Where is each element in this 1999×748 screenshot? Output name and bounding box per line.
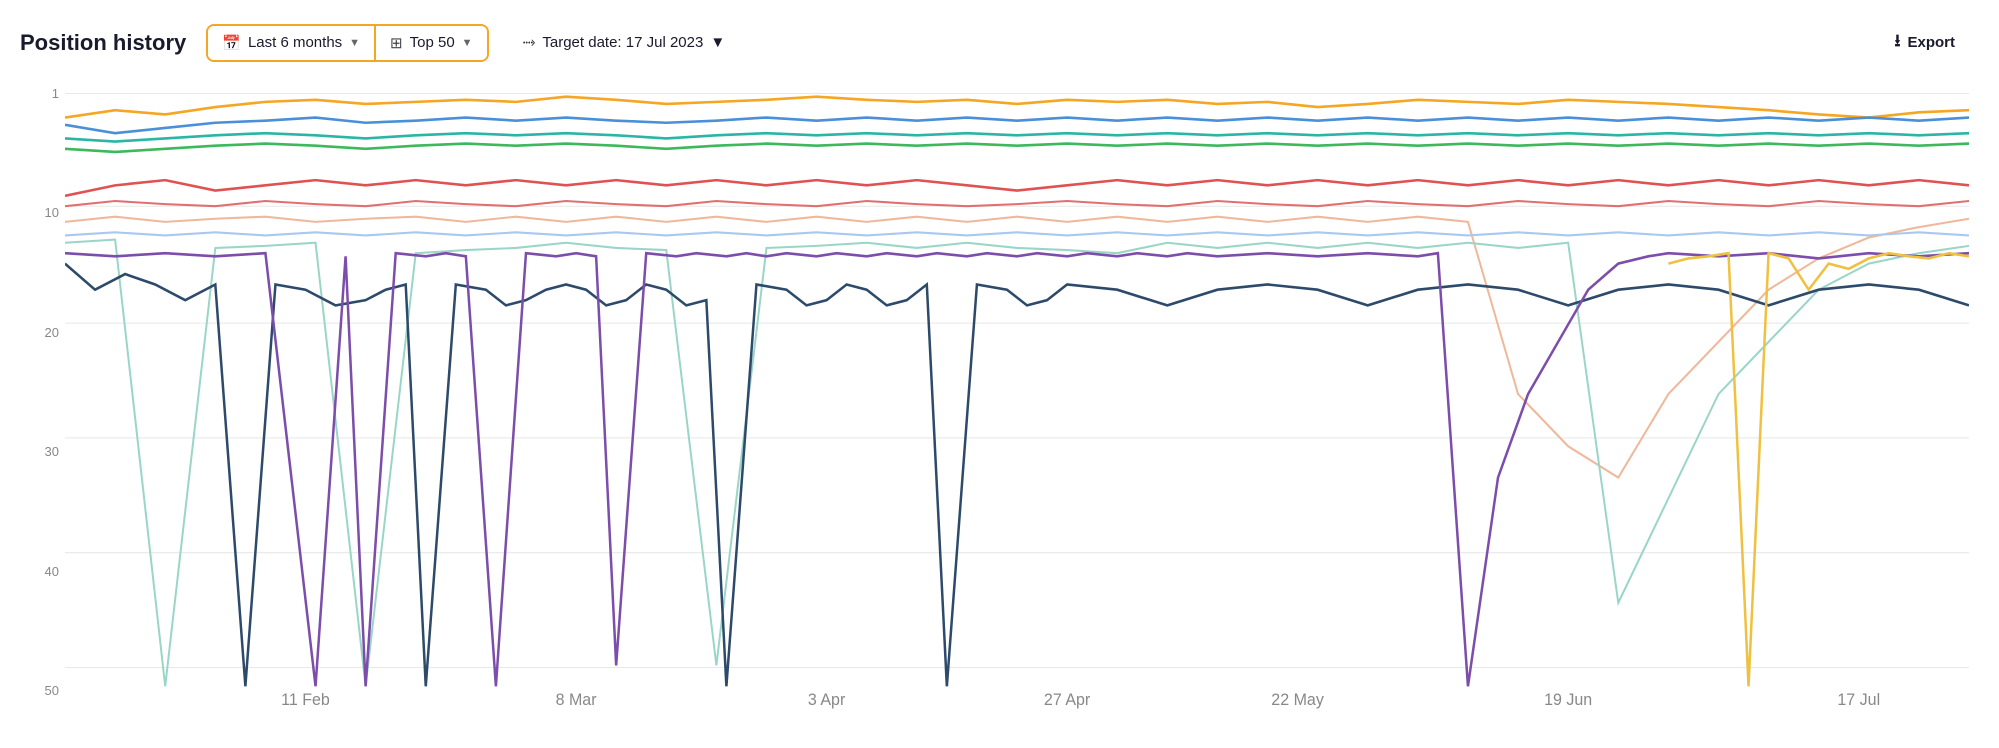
period-chevron-icon: ▼ [349,37,360,49]
target-date-label: Target date: 17 Jul 2023 [542,34,703,51]
y-axis: 1 10 20 30 40 50 [20,81,65,728]
period-filter-label: Last 6 months [248,34,342,51]
export-label: Export [1907,34,1955,51]
export-button[interactable]: ⭳ Export [1881,20,1969,65]
x-label-mar: 8 Mar [556,691,598,709]
target-chevron-icon: ▼ [710,34,725,51]
download-icon: ⭳ [1895,28,1901,57]
chart-header: Position history 📅 Last 6 months ▼ ⊞ Top… [20,20,1969,65]
target-date-button[interactable]: ⤑ Target date: 17 Jul 2023 ▼ [509,26,740,60]
chart-svg: 11 Feb 8 Mar 3 Apr 27 Apr 22 May 19 Jun … [65,81,1969,728]
x-label-feb: 11 Feb [281,691,330,709]
y-label-40: 40 [20,564,65,579]
chart-title: Position history [20,30,186,56]
top-filter-label: Top 50 [410,34,455,51]
top-chevron-icon: ▼ [462,37,473,49]
chart-area: 1 10 20 30 40 50 [20,81,1969,728]
y-label-30: 30 [20,444,65,459]
y-label-50: 50 [20,683,65,698]
table-icon: ⊞ [390,34,403,52]
x-label-apr27: 27 Apr [1044,691,1091,709]
y-label-1: 1 [20,86,65,101]
x-label-jun: 19 Jun [1544,691,1592,709]
chart-inner: 11 Feb 8 Mar 3 Apr 27 Apr 22 May 19 Jun … [65,81,1969,728]
position-history-widget: Position history 📅 Last 6 months ▼ ⊞ Top… [0,0,1999,748]
period-filter-button[interactable]: 📅 Last 6 months ▼ [208,26,376,60]
top-filter-button[interactable]: ⊞ Top 50 ▼ [376,26,487,60]
wave-icon: ⤑ [523,34,536,52]
filter-group: 📅 Last 6 months ▼ ⊞ Top 50 ▼ [206,24,488,62]
y-label-20: 20 [20,325,65,340]
x-label-jul: 17 Jul [1837,691,1880,709]
y-label-10: 10 [20,205,65,220]
x-label-apr: 3 Apr [808,691,846,709]
calendar-icon: 📅 [222,34,241,52]
x-label-may: 22 May [1271,691,1324,709]
